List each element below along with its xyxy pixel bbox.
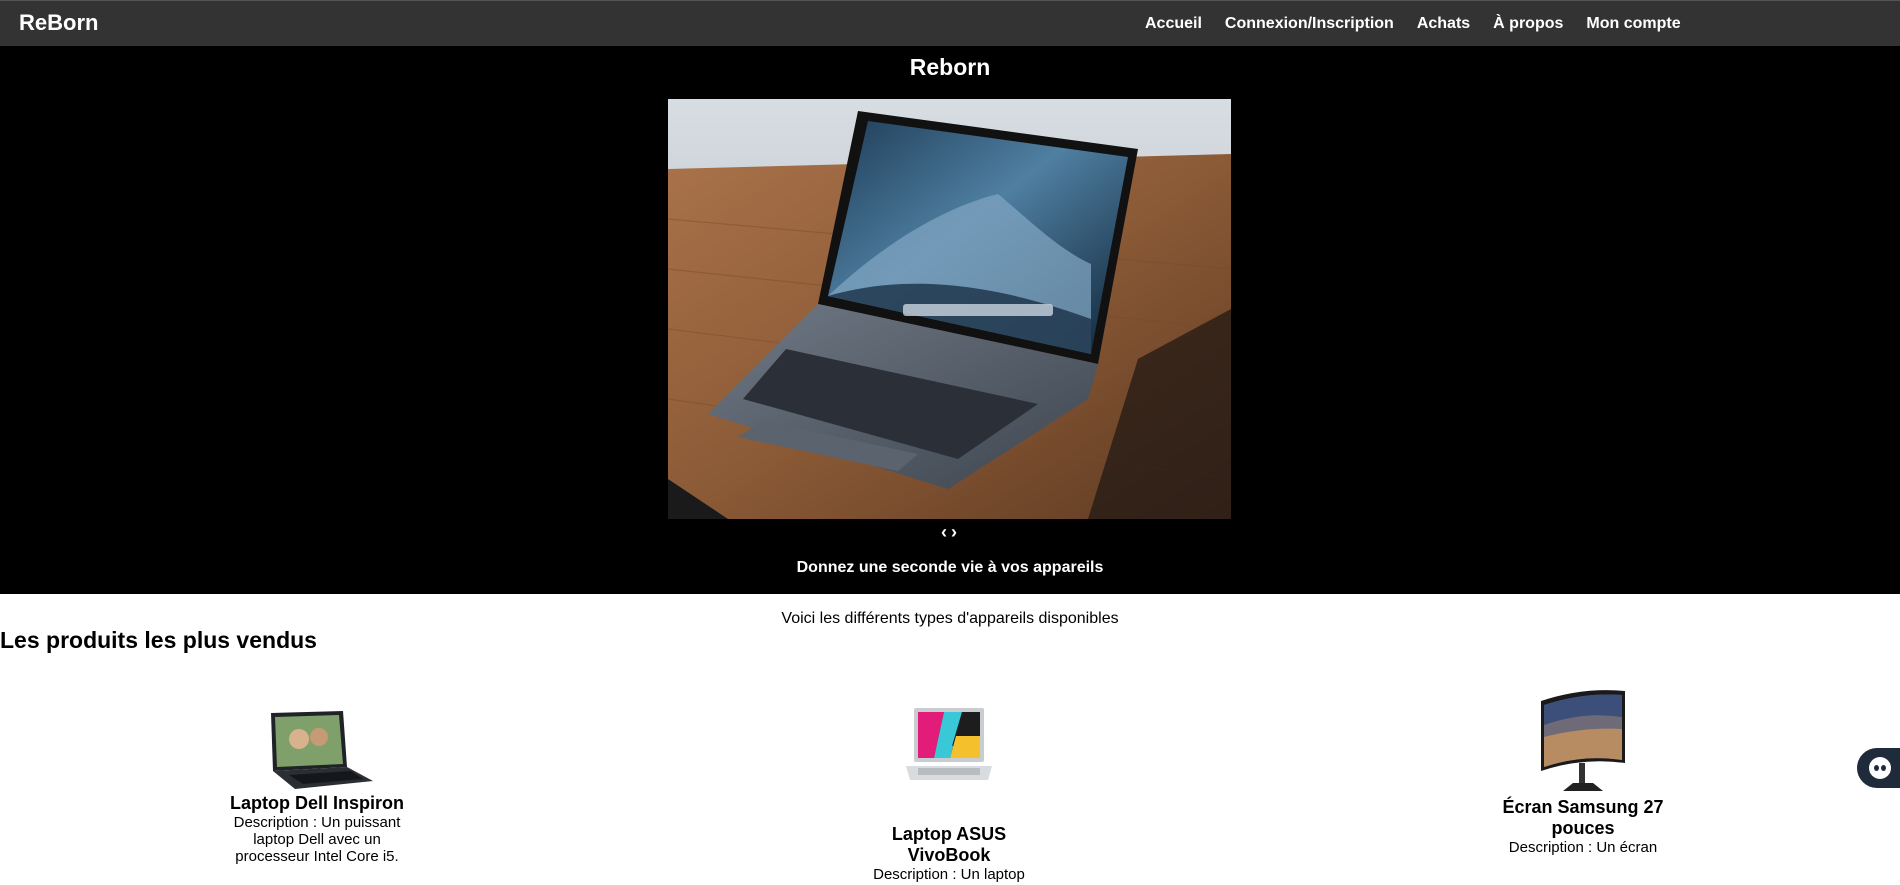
product-card[interactable]: Laptop Dell Inspiron Description : Un pu… (222, 709, 412, 865)
carousel-prev-button[interactable]: ‹ (940, 522, 950, 542)
product-name: Écran Samsung 27 pouces (1502, 797, 1664, 838)
carousel-controls: ‹ › (0, 522, 1900, 543)
asus-laptop-image (906, 708, 992, 780)
nav-link-mon-compte[interactable]: Mon compte (1586, 15, 1680, 33)
product-name: Laptop Dell Inspiron (230, 793, 404, 813)
nav-links: Accueil Connexion/Inscription Achats À p… (1145, 1, 1704, 47)
chat-widget-button[interactable] (1857, 748, 1900, 788)
nav-link-a-propos[interactable]: À propos (1493, 15, 1563, 33)
nav-link-connexion[interactable]: Connexion/Inscription (1225, 15, 1394, 33)
dell-laptop-image (271, 711, 373, 789)
intro-text: Voici les différents types d'appareils d… (781, 610, 1119, 627)
nav-link-achats[interactable]: Achats (1417, 15, 1470, 33)
product-card[interactable]: Laptop ASUS VivoBook Description : Un la… (854, 706, 1044, 883)
product-description: Description : Un puissant laptop Dell av… (233, 814, 401, 865)
laptop-photo (668, 99, 1231, 519)
product-card[interactable]: Écran Samsung 27 pouces Description : Un… (1488, 687, 1678, 856)
hero-tagline: Donnez une seconde vie à vos appareils (796, 559, 1104, 576)
carousel-next-button[interactable]: › (950, 522, 960, 542)
chatbot-icon (1869, 757, 1891, 779)
product-description: Description : Un laptop (873, 866, 1025, 883)
nav-link-accueil[interactable]: Accueil (1145, 15, 1202, 33)
brand-logo[interactable]: ReBorn (19, 10, 98, 36)
best-sellers-heading: Les produits les plus vendus (0, 627, 317, 653)
hero-section: Reborn ‹ › Donnez une seconde vie à vos … (0, 46, 1900, 594)
product-name: Laptop ASUS VivoBook (891, 824, 1007, 865)
carousel-slide-image (668, 99, 1231, 519)
samsung-monitor-image (1541, 690, 1625, 791)
product-description: Description : Un écran (1508, 839, 1658, 856)
hero-title: Reborn (909, 54, 991, 80)
top-navbar: ReBorn Accueil Connexion/Inscription Ach… (0, 0, 1900, 46)
